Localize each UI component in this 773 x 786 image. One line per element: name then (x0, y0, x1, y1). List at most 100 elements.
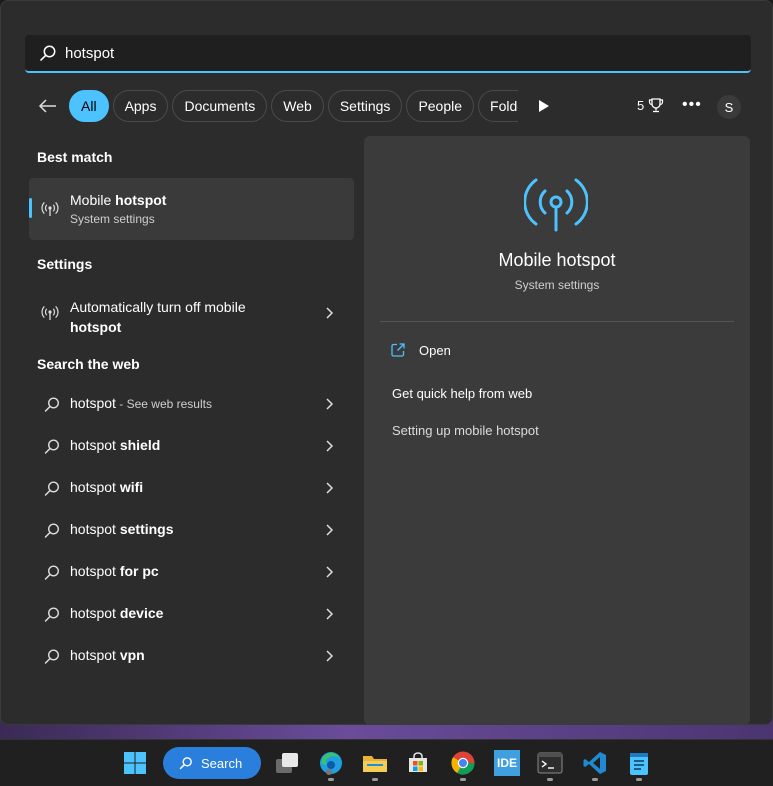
task-view-button[interactable] (272, 748, 302, 778)
store-icon (409, 752, 427, 772)
back-button[interactable] (35, 93, 61, 119)
web-result-row[interactable]: hotspot shield (29, 426, 354, 466)
file-explorer-button[interactable] (360, 748, 390, 781)
taskbar: Search IDE (0, 739, 773, 786)
filter-all[interactable]: All (69, 90, 109, 122)
web-result-row[interactable]: hotspot - See web results (29, 384, 354, 424)
web-result-label: hotspot wifi (70, 479, 144, 495)
search-icon (40, 45, 56, 61)
setting-label: Automatically turn off mobile hotspot (70, 299, 246, 335)
ide-button[interactable]: IDE (492, 748, 522, 778)
search-icon (44, 565, 60, 580)
start-button[interactable] (120, 748, 150, 778)
web-result-row[interactable]: hotspot for pc (29, 552, 354, 592)
running-indicator (547, 778, 553, 781)
terminal-button[interactable] (535, 748, 565, 781)
web-result-label: hotspot for pc (70, 563, 159, 579)
ide-icon-text: IDE (496, 756, 517, 770)
chevron-right-icon (326, 398, 334, 410)
divider (380, 321, 734, 322)
scroll-filters-right-icon[interactable] (535, 97, 553, 115)
store-button[interactable] (403, 748, 433, 778)
taskbar-search-label: Search (201, 755, 243, 771)
search-panel: All Apps Documents Web Settings People F… (0, 0, 773, 725)
filter-settings[interactable]: Settings (327, 90, 403, 122)
more-options-button[interactable]: ••• (682, 96, 702, 114)
quick-help-heading: Get quick help from web (392, 386, 533, 401)
search-icon (44, 439, 60, 454)
best-match-subtitle: System settings (70, 212, 155, 226)
web-result-label: hotspot shield (70, 437, 161, 453)
vscode-icon (583, 752, 606, 774)
chevron-right-icon (326, 650, 334, 662)
selection-indicator (29, 198, 32, 218)
filter-folders[interactable]: Folders (478, 90, 519, 122)
search-icon (44, 523, 60, 538)
notepad-icon (630, 753, 648, 775)
trophy-icon (649, 98, 664, 113)
web-result-row[interactable]: hotspot vpn (29, 636, 354, 676)
preview-subtitle: System settings (514, 278, 600, 292)
hotspot-icon (41, 201, 59, 216)
running-indicator (372, 778, 378, 781)
best-match-heading: Best match (37, 149, 113, 165)
avatar[interactable]: S (717, 95, 741, 119)
running-indicator (328, 778, 334, 781)
best-match-item[interactable]: Mobile hotspot System settings (29, 178, 354, 240)
task-view-icon (276, 753, 298, 773)
chevron-right-icon (326, 440, 334, 452)
filter-bar: All Apps Documents Web Settings People F… (35, 89, 522, 123)
best-match-title: Mobile hotspot (70, 192, 167, 208)
search-icon (179, 757, 192, 770)
file-explorer-icon (363, 756, 387, 772)
rewards-count: 5 (637, 97, 645, 113)
search-icon (44, 481, 60, 496)
chrome-icon (451, 751, 475, 775)
rewards-points[interactable]: 5 (637, 97, 664, 113)
help-link-setting-up-hotspot[interactable]: Setting up mobile hotspot (392, 423, 539, 438)
filter-apps[interactable]: Apps (112, 90, 169, 122)
running-indicator (592, 778, 598, 781)
open-action[interactable]: Open (390, 342, 451, 358)
terminal-icon (537, 752, 563, 774)
vscode-button[interactable] (580, 748, 610, 781)
search-input[interactable] (65, 44, 665, 62)
setting-auto-turn-off-hotspot[interactable]: Automatically turn off mobile hotspot (29, 287, 354, 339)
search-icon (44, 397, 60, 412)
search-icon (44, 607, 60, 622)
hotspot-large-icon (524, 178, 588, 232)
search-web-heading: Search the web (37, 356, 140, 372)
preview-pane: Mobile hotspot System settings Open Get … (364, 136, 750, 725)
web-result-label: hotspot vpn (70, 647, 145, 663)
web-result-label: hotspot settings (70, 521, 174, 537)
search-icon (44, 649, 60, 664)
web-result-label: hotspot - See web results (70, 395, 212, 411)
back-arrow-icon (38, 99, 56, 113)
edge-icon (320, 752, 342, 775)
filter-documents[interactable]: Documents (172, 90, 268, 122)
open-label: Open (419, 342, 451, 358)
chevron-right-icon (326, 524, 334, 536)
filter-web[interactable]: Web (271, 90, 324, 122)
chevron-right-icon (326, 482, 334, 494)
running-indicator (460, 778, 466, 781)
filter-people[interactable]: People (406, 90, 475, 122)
search-box[interactable] (25, 35, 751, 73)
preview-title: Mobile hotspot (498, 250, 616, 270)
chevron-right-icon (326, 566, 334, 578)
chrome-button[interactable] (448, 748, 478, 781)
start-icon (124, 752, 146, 774)
ide-icon: IDE (494, 750, 520, 776)
web-result-row[interactable]: hotspot device (29, 594, 354, 634)
notepad-button[interactable] (624, 748, 654, 781)
taskbar-search-button[interactable]: Search (163, 747, 261, 779)
hotspot-icon (41, 305, 59, 320)
web-result-row[interactable]: hotspot wifi (29, 468, 354, 508)
running-indicator (636, 778, 642, 781)
edge-button[interactable] (316, 748, 346, 781)
open-external-icon (391, 343, 405, 357)
web-result-row[interactable]: hotspot settings (29, 510, 354, 550)
chevron-right-icon (326, 307, 334, 319)
settings-heading: Settings (37, 256, 93, 272)
web-result-label: hotspot device (70, 605, 164, 621)
